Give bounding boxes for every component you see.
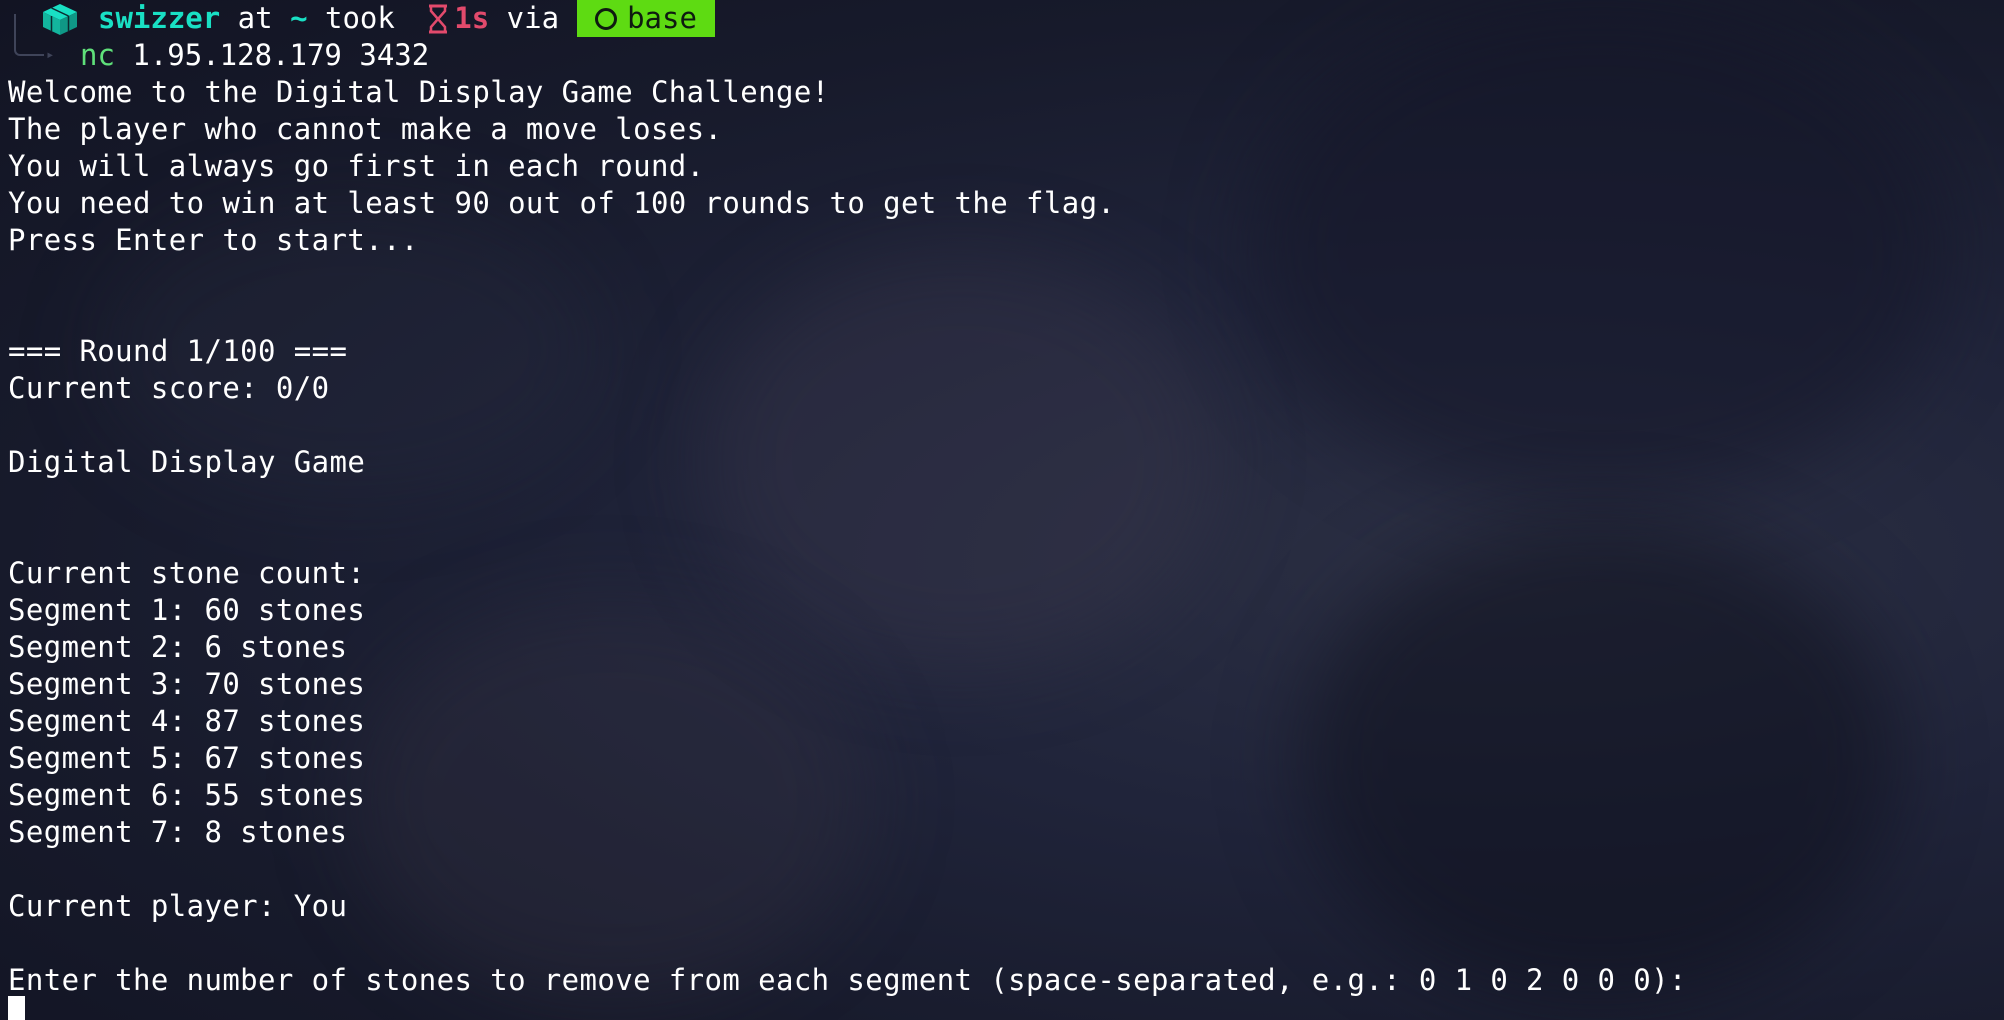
- command-args: 1.95.128.179 3432: [114, 38, 430, 72]
- game-title: Digital Display Game: [8, 445, 366, 479]
- output-line-welcome: Welcome to the Digital Display Game Chal…: [8, 75, 830, 109]
- command-name: nc: [80, 38, 115, 72]
- prompt-username: swizzer: [98, 1, 221, 35]
- conda-env-name: base: [627, 1, 697, 35]
- package-cube-icon: [43, 3, 77, 35]
- current-score: Current score: 0/0: [8, 371, 330, 405]
- current-player: Current player: You: [8, 889, 348, 923]
- prompt-via-text: via: [489, 1, 560, 35]
- circle-icon: [595, 7, 618, 30]
- shell-prompt: swizzer at ~ took 1s via base: [0, 0, 715, 37]
- conda-env-badge: base: [577, 0, 715, 37]
- output-line-first-move: You will always go first in each round.: [8, 149, 705, 183]
- terminal-window[interactable]: swizzer at ~ took 1s via base ▸ nc 1.95.…: [0, 0, 2004, 1020]
- segment-line-3: Segment 3: 70 stones: [8, 667, 366, 701]
- prompt-directory: ~: [290, 1, 308, 35]
- segment-line-6: Segment 6: 55 stones: [8, 778, 366, 812]
- segment-line-7: Segment 7: 8 stones: [8, 815, 348, 849]
- prompt-duration: 1s: [454, 1, 490, 35]
- segment-line-5: Segment 5: 67 stones: [8, 741, 366, 775]
- command-line: nc 1.95.128.179 3432: [0, 37, 429, 74]
- prompt-at-text: at: [220, 1, 291, 35]
- output-line-press-enter: Press Enter to start...: [8, 223, 419, 257]
- output-line-rules: The player who cannot make a move loses.: [8, 112, 723, 146]
- output-line-win-condition: You need to win at least 90 out of 100 r…: [8, 186, 1116, 220]
- segment-line-1: Segment 1: 60 stones: [8, 593, 366, 627]
- hourglass-icon: [429, 4, 448, 33]
- round-header: === Round 1/100 ===: [8, 334, 348, 368]
- prompt-took-text: took: [307, 1, 413, 35]
- stone-count-header: Current stone count:: [8, 556, 366, 590]
- segment-line-4: Segment 4: 87 stones: [8, 704, 366, 738]
- terminal-cursor[interactable]: [8, 996, 25, 1020]
- segment-line-2: Segment 2: 6 stones: [8, 630, 348, 664]
- input-prompt: Enter the number of stones to remove fro…: [8, 963, 1687, 997]
